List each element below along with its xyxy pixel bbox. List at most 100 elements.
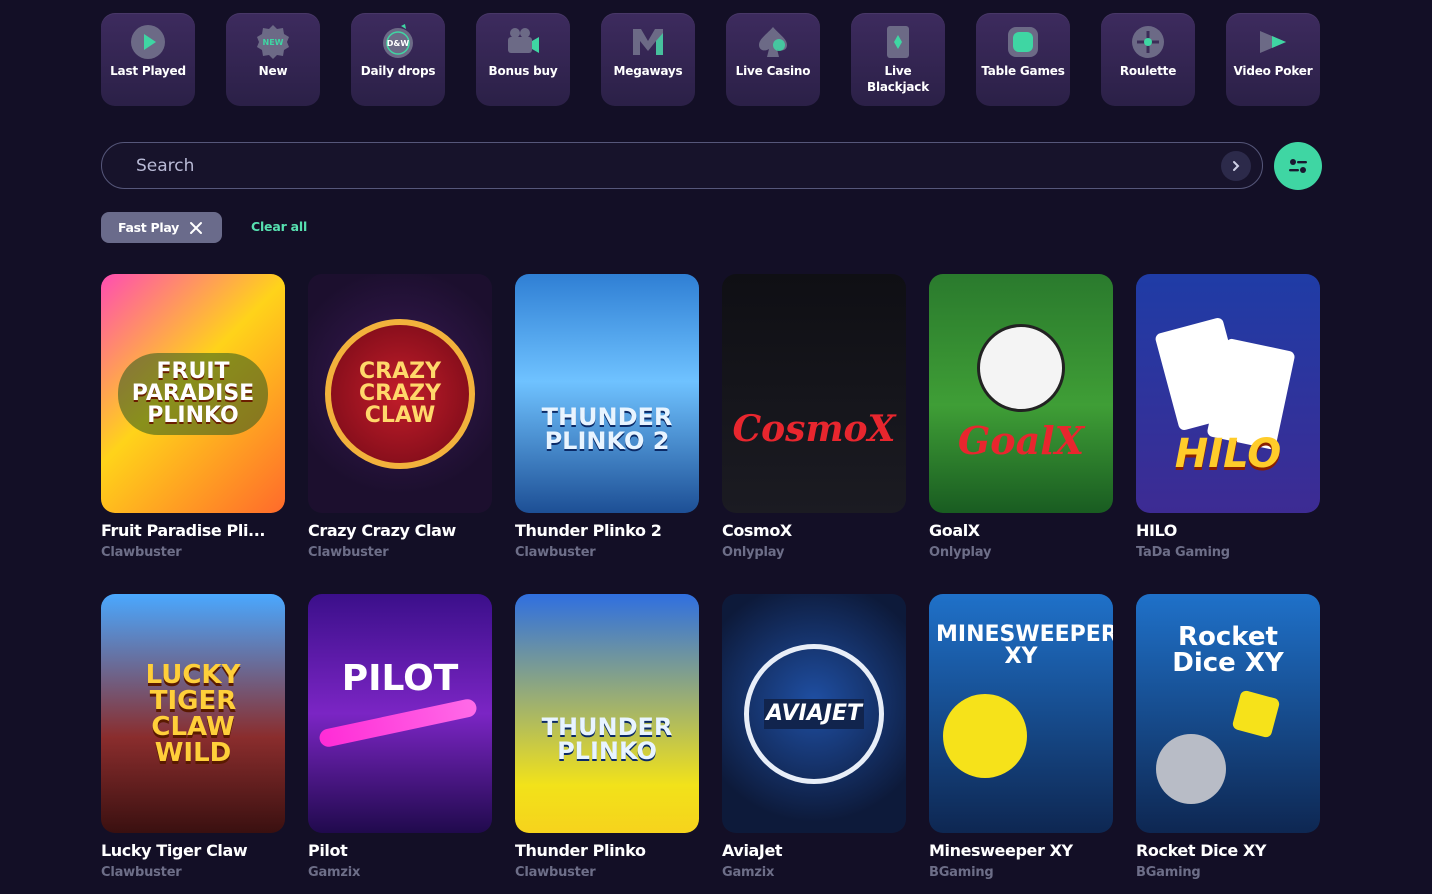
game-provider: Onlyplay	[929, 545, 992, 560]
game-art-title: HILO	[1174, 430, 1282, 477]
filter-sliders-icon	[1289, 159, 1307, 173]
category-label: Live Blackjack	[867, 64, 929, 94]
game-provider: Gamzix	[722, 865, 775, 880]
play-icon	[129, 23, 167, 61]
game-provider: TaDa Gaming	[1136, 545, 1230, 560]
card-icon	[879, 23, 917, 61]
category-table-games[interactable]: Table Games	[976, 13, 1070, 106]
game-art-title: CosmoX	[732, 407, 896, 450]
game-provider: Clawbuster	[515, 545, 596, 560]
camera-icon	[504, 23, 542, 61]
clear-all-link[interactable]: Clear all	[251, 219, 307, 234]
game-title: Lucky Tiger Claw	[101, 841, 248, 860]
game-thumbnail[interactable]: CosmoX	[722, 274, 906, 513]
game-provider: BGaming	[1136, 865, 1201, 880]
game-card[interactable]: AVIAJET AviaJet Gamzix	[722, 594, 906, 894]
game-card[interactable]: THUNDER PLINKO 2 Thunder Plinko 2 Clawbu…	[515, 274, 699, 594]
table-icon	[1004, 23, 1042, 61]
game-card[interactable]: MINESWEEPER XY Minesweeper XY BGaming	[929, 594, 1113, 894]
close-icon[interactable]	[189, 221, 203, 235]
game-provider: Gamzix	[308, 865, 361, 880]
filter-chip-fast-play[interactable]: Fast Play	[101, 212, 222, 243]
game-thumbnail[interactable]: HILO	[1136, 274, 1320, 513]
search-input[interactable]	[102, 143, 1221, 188]
category-live-casino[interactable]: Live Casino	[726, 13, 820, 106]
game-title: Fruit Paradise Pli...	[101, 521, 266, 540]
category-label: Megaways	[613, 64, 683, 78]
game-card[interactable]: CosmoX CosmoX Onlyplay	[722, 274, 906, 594]
game-card[interactable]: FRUIT PARADISE PLINKO Fruit Paradise Pli…	[101, 274, 285, 594]
game-art-title: LUCKY TIGER CLAW WILD	[145, 659, 241, 768]
game-card[interactable]: HILO HILO TaDa Gaming	[1136, 274, 1320, 594]
category-live-blackjack[interactable]: Live Blackjack	[851, 13, 945, 106]
category-last-played[interactable]: Last Played	[101, 13, 195, 106]
game-art-wheel: CRAZY CRAZY CLAW	[325, 318, 475, 469]
game-thumbnail[interactable]: AVIAJET	[722, 594, 906, 833]
game-title: Thunder Plinko 2	[515, 521, 662, 540]
category-label: Last Played	[110, 64, 186, 78]
game-thumbnail[interactable]: CRAZY CRAZY CLAW	[308, 274, 492, 513]
game-art-title: PILOT	[341, 657, 459, 699]
game-thumbnail[interactable]: GoalX	[929, 274, 1113, 513]
category-daily-drops[interactable]: D&W Daily drops	[351, 13, 445, 106]
game-card[interactable]: GoalX GoalX Onlyplay	[929, 274, 1113, 594]
category-new[interactable]: NEW New	[226, 13, 320, 106]
game-thumbnail[interactable]: PILOT	[308, 594, 492, 833]
game-thumbnail[interactable]: LUCKY TIGER CLAW WILD	[101, 594, 285, 833]
game-art-title: CRAZY CRAZY CLAW	[359, 358, 441, 428]
category-roulette[interactable]: Roulette	[1101, 13, 1195, 106]
dice-icon	[1231, 689, 1281, 739]
game-provider: Clawbuster	[515, 865, 596, 880]
game-art-ring: AVIAJET	[744, 643, 884, 784]
game-provider: Clawbuster	[101, 545, 182, 560]
game-card[interactable]: CRAZY CRAZY CLAW Crazy Crazy Claw Clawbu…	[308, 274, 492, 594]
game-art-title: FRUIT PARADISE PLINKO	[118, 352, 268, 435]
game-grid: FRUIT PARADISE PLINKO Fruit Paradise Pli…	[101, 274, 1320, 894]
svg-text:NEW: NEW	[263, 38, 284, 47]
daily-drops-icon: D&W	[379, 23, 417, 61]
game-title: Rocket Dice XY	[1136, 841, 1267, 860]
game-title: Minesweeper XY	[929, 841, 1073, 860]
category-video-poker[interactable]: Video Poker	[1226, 13, 1320, 106]
new-badge-icon: NEW	[254, 23, 292, 61]
video-poker-icon	[1254, 23, 1292, 61]
category-megaways[interactable]: Megaways	[601, 13, 695, 106]
category-bonus-buy[interactable]: Bonus buy	[476, 13, 570, 106]
game-art-title: MINESWEEPER XY	[936, 622, 1113, 669]
game-card[interactable]: PILOT Pilot Gamzix	[308, 594, 492, 894]
game-title: HILO	[1136, 521, 1177, 540]
game-art-title: THUNDER PLINKO 2	[541, 402, 673, 455]
game-thumbnail[interactable]: FRUIT PARADISE PLINKO	[101, 274, 285, 513]
game-art-title: THUNDER PLINKO	[541, 712, 673, 765]
category-label: Table Games	[981, 64, 1065, 78]
plane-icon	[317, 697, 479, 749]
game-card[interactable]: LUCKY TIGER CLAW WILD Lucky Tiger Claw C…	[101, 594, 285, 894]
category-label: New	[258, 64, 288, 78]
game-thumbnail[interactable]: THUNDER PLINKO	[515, 594, 699, 833]
game-thumbnail[interactable]: MINESWEEPER XY	[929, 594, 1113, 833]
game-provider: Clawbuster	[308, 545, 389, 560]
game-thumbnail[interactable]: Rocket Dice XY	[1136, 594, 1320, 833]
category-label: Video Poker	[1233, 64, 1313, 78]
filter-button[interactable]	[1274, 142, 1322, 190]
game-card[interactable]: THUNDER PLINKO Thunder Plinko Clawbuster	[515, 594, 699, 894]
spade-icon	[754, 23, 792, 61]
game-art-title: AVIAJET	[764, 698, 864, 729]
game-provider: Onlyplay	[722, 545, 785, 560]
category-label: Roulette	[1119, 64, 1177, 78]
svg-text:D&W: D&W	[387, 39, 410, 48]
chevron-right-icon	[1233, 160, 1240, 171]
soccer-ball-icon	[977, 324, 1065, 412]
search-submit-button[interactable]	[1221, 150, 1251, 181]
roulette-icon	[1129, 23, 1167, 61]
search-bar	[101, 142, 1263, 189]
game-title: AviaJet	[722, 841, 783, 860]
category-label: Daily drops	[360, 64, 436, 78]
game-provider: BGaming	[929, 865, 994, 880]
game-card[interactable]: Rocket Dice XY Rocket Dice XY BGaming	[1136, 594, 1320, 894]
game-art-title: Rocket Dice XY	[1172, 622, 1284, 678]
category-bar: Last Played NEW New D&W Daily drops Bonu…	[101, 13, 1320, 106]
game-thumbnail[interactable]: THUNDER PLINKO 2	[515, 274, 699, 513]
cup-icon	[1156, 734, 1226, 804]
game-title: Crazy Crazy Claw	[308, 521, 456, 540]
